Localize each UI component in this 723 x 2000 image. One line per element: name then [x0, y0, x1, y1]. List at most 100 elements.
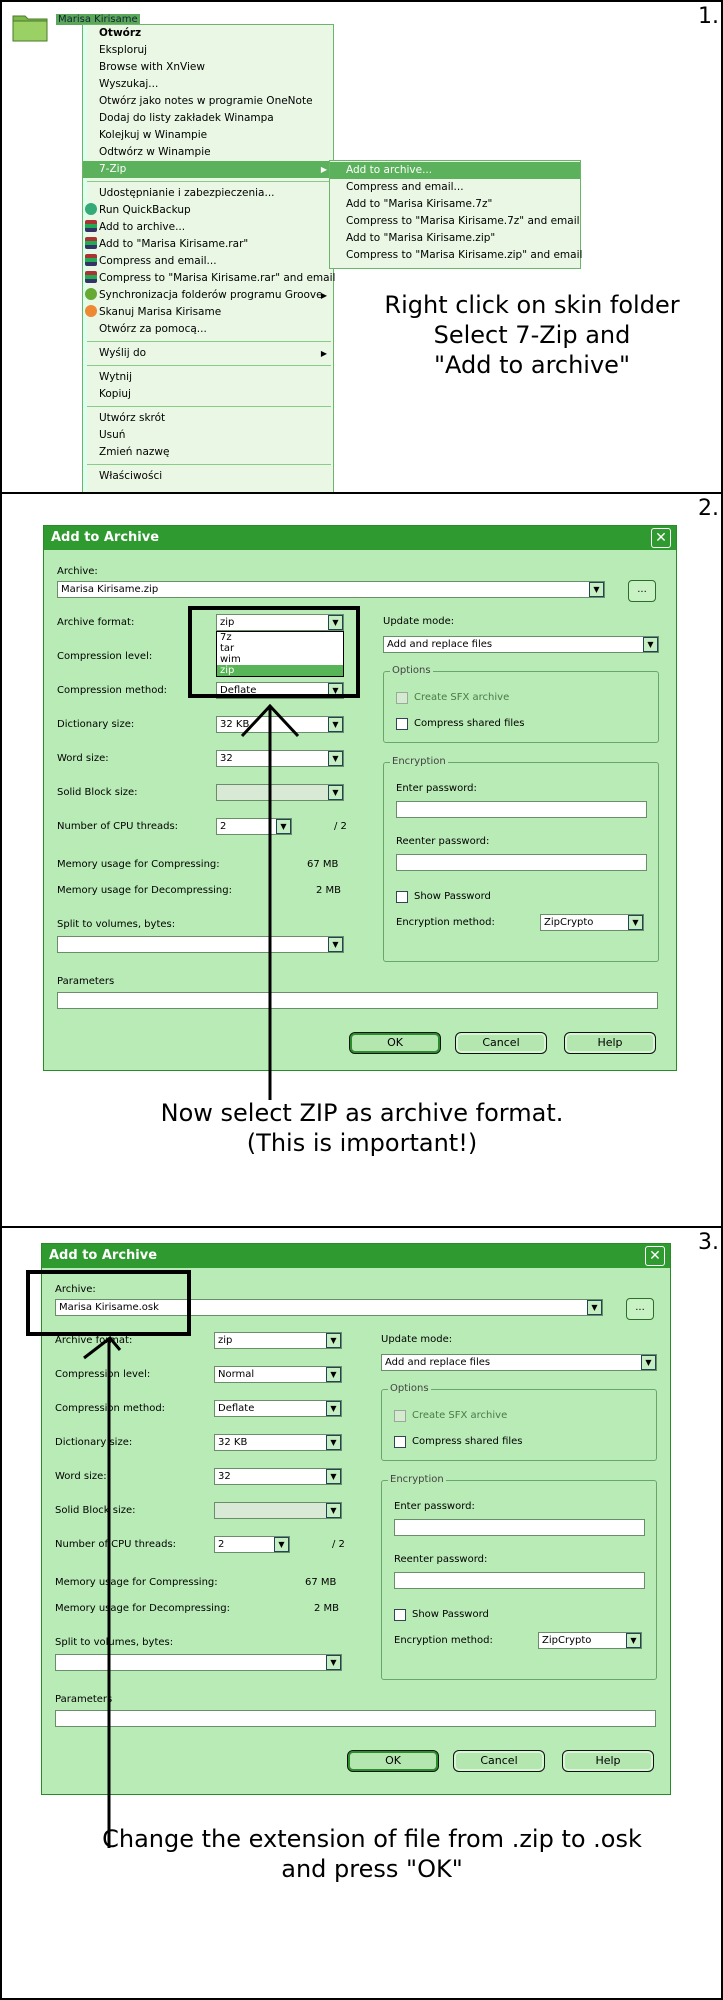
shared-files-checkbox[interactable]: [396, 718, 408, 730]
dictionary-size-select[interactable]: 32 KB ▼: [214, 1434, 342, 1451]
shared-files-checkbox[interactable]: [394, 1436, 406, 1448]
menu-item[interactable]: Odtwórz w Winampie: [83, 144, 333, 161]
chevron-down-icon[interactable]: ▼: [326, 1367, 341, 1382]
menu-item[interactable]: Eksploruj: [83, 42, 333, 59]
sfx-label: Create SFX archive: [414, 692, 510, 703]
cpu-threads-select[interactable]: 2 ▼: [214, 1536, 290, 1553]
menu-item[interactable]: Browse with XnView: [83, 59, 333, 76]
update-mode-select[interactable]: Add and replace files ▼: [383, 636, 659, 653]
menu-item[interactable]: Wyszukaj...: [83, 76, 333, 93]
menu-item[interactable]: Zmień nazwę: [83, 444, 333, 461]
chevron-down-icon[interactable]: ▼: [326, 1655, 341, 1670]
show-password-checkbox[interactable]: [396, 891, 408, 903]
submenu-item[interactable]: Compress and email...: [330, 179, 580, 196]
chevron-down-icon[interactable]: ▼: [328, 785, 343, 800]
shared-files-label: Compress shared files: [414, 718, 525, 729]
sfx-checkbox[interactable]: [396, 692, 408, 704]
browse-button[interactable]: ...: [628, 580, 656, 602]
ok-button[interactable]: OK: [349, 1032, 441, 1054]
menu-item-icon: [85, 254, 97, 266]
submenu-item[interactable]: Compress to "Marisa Kirisame.7z" and ema…: [330, 213, 580, 230]
chevron-down-icon[interactable]: ▼: [274, 1537, 289, 1552]
chevron-down-icon[interactable]: ▼: [328, 717, 343, 732]
password-field[interactable]: [394, 1519, 645, 1536]
chevron-down-icon[interactable]: ▼: [626, 1633, 641, 1648]
update-mode-select[interactable]: Add and replace files ▼: [381, 1354, 657, 1371]
chevron-down-icon[interactable]: ▼: [326, 1435, 341, 1450]
submenu-item[interactable]: Add to "Marisa Kirisame.zip": [330, 230, 580, 247]
pointer-arrow: [240, 704, 300, 1100]
submenu-item[interactable]: Add to archive...: [330, 162, 580, 179]
menu-item[interactable]: Compress to "Marisa Kirisame.rar" and em…: [83, 270, 335, 287]
chevron-down-icon[interactable]: ▼: [641, 1355, 656, 1370]
menu-item[interactable]: 7-Zip ▶: [83, 161, 333, 178]
folder-icon[interactable]: [12, 10, 48, 42]
menu-item[interactable]: Otwórz za pomocą...: [83, 321, 333, 338]
dialog-title: Add to Archive: [42, 1244, 670, 1268]
reenter-password-field[interactable]: [396, 854, 647, 871]
close-button[interactable]: ✕: [651, 528, 671, 548]
submenu-arrow-icon: ▶: [320, 291, 327, 300]
chevron-down-icon[interactable]: ▼: [589, 582, 604, 597]
archive-format-select[interactable]: zip ▼: [214, 1332, 342, 1349]
menu-separator: [87, 406, 331, 407]
compression-method-select[interactable]: Deflate ▼: [214, 1400, 342, 1417]
menu-item[interactable]: Udostępnianie i zabezpieczenia...: [83, 185, 333, 202]
menu-item[interactable]: Skanuj Marisa Kirisame: [83, 304, 333, 321]
encryption-method-select[interactable]: ZipCrypto ▼: [538, 1632, 642, 1649]
menu-item[interactable]: Wyślij do ▶: [83, 345, 333, 362]
chevron-down-icon[interactable]: ▼: [326, 1503, 341, 1518]
close-button[interactable]: ✕: [645, 1246, 665, 1266]
menu-item[interactable]: Add to archive...: [83, 219, 333, 236]
help-button[interactable]: Help: [564, 1032, 656, 1054]
chevron-down-icon[interactable]: ▼: [643, 637, 658, 652]
menu-item[interactable]: Otwórz jako notes w programie OneNote: [83, 93, 333, 110]
cancel-button[interactable]: Cancel: [453, 1750, 545, 1772]
compression-level-select[interactable]: Normal ▼: [214, 1366, 342, 1383]
menu-item[interactable]: Utwórz skrót: [83, 410, 333, 427]
ok-button[interactable]: OK: [347, 1750, 439, 1772]
menu-item-label: Skanuj Marisa Kirisame: [99, 306, 222, 318]
menu-item[interactable]: Usuń: [83, 427, 333, 444]
word-size-select[interactable]: 32 ▼: [214, 1468, 342, 1485]
menu-item[interactable]: Właściwości: [83, 468, 333, 485]
word-size-select-value: 32: [218, 1471, 231, 1482]
cpu-threads-max: / 2: [334, 821, 347, 832]
parameters-field[interactable]: [55, 1710, 656, 1727]
parameters-field[interactable]: [57, 992, 658, 1009]
sfx-checkbox[interactable]: [394, 1410, 406, 1422]
solid-block-select[interactable]: ▼: [214, 1502, 342, 1519]
encryption-method-select[interactable]: ZipCrypto ▼: [540, 914, 644, 931]
pointer-arrow: [83, 1336, 122, 1848]
menu-item[interactable]: Dodaj do listy zakładek Winampa: [83, 110, 333, 127]
encryption-title: Encryption: [388, 1474, 446, 1485]
chevron-down-icon[interactable]: ▼: [326, 1333, 341, 1348]
chevron-down-icon[interactable]: ▼: [328, 937, 343, 952]
show-password-checkbox[interactable]: [394, 1609, 406, 1621]
menu-item[interactable]: Synchronizacja folderów programu Groove ▶: [83, 287, 333, 304]
menu-item[interactable]: Add to "Marisa Kirisame.rar": [83, 236, 333, 253]
chevron-down-icon[interactable]: ▼: [326, 1401, 341, 1416]
menu-item[interactable]: Compress and email...: [83, 253, 333, 270]
field-label: Encryption method:: [394, 1635, 493, 1646]
chevron-down-icon[interactable]: ▼: [587, 1300, 602, 1315]
chevron-down-icon[interactable]: ▼: [326, 1469, 341, 1484]
menu-item[interactable]: Run QuickBackup: [83, 202, 333, 219]
menu-item-label: Wyszukaj...: [99, 78, 159, 90]
compression-method-select-value: Deflate: [218, 1403, 255, 1414]
help-button[interactable]: Help: [562, 1750, 654, 1772]
chevron-down-icon[interactable]: ▼: [328, 751, 343, 766]
archive-path-field[interactable]: Marisa Kirisame.zip ▼: [57, 581, 605, 598]
submenu-item[interactable]: Add to "Marisa Kirisame.7z": [330, 196, 580, 213]
menu-item[interactable]: Kopiuj: [83, 386, 333, 403]
browse-button[interactable]: ...: [626, 1298, 654, 1320]
cancel-button[interactable]: Cancel: [455, 1032, 547, 1054]
chevron-down-icon[interactable]: ▼: [628, 915, 643, 930]
menu-item[interactable]: Kolejkuj w Winampie: [83, 127, 333, 144]
submenu-item[interactable]: Compress to "Marisa Kirisame.zip" and em…: [330, 247, 582, 264]
password-field[interactable]: [396, 801, 647, 818]
menu-item[interactable]: Otwórz: [83, 25, 333, 42]
reenter-password-field[interactable]: [394, 1572, 645, 1589]
menu-item-label: Otwórz jako notes w programie OneNote: [99, 95, 313, 107]
menu-item[interactable]: Wytnij: [83, 369, 333, 386]
